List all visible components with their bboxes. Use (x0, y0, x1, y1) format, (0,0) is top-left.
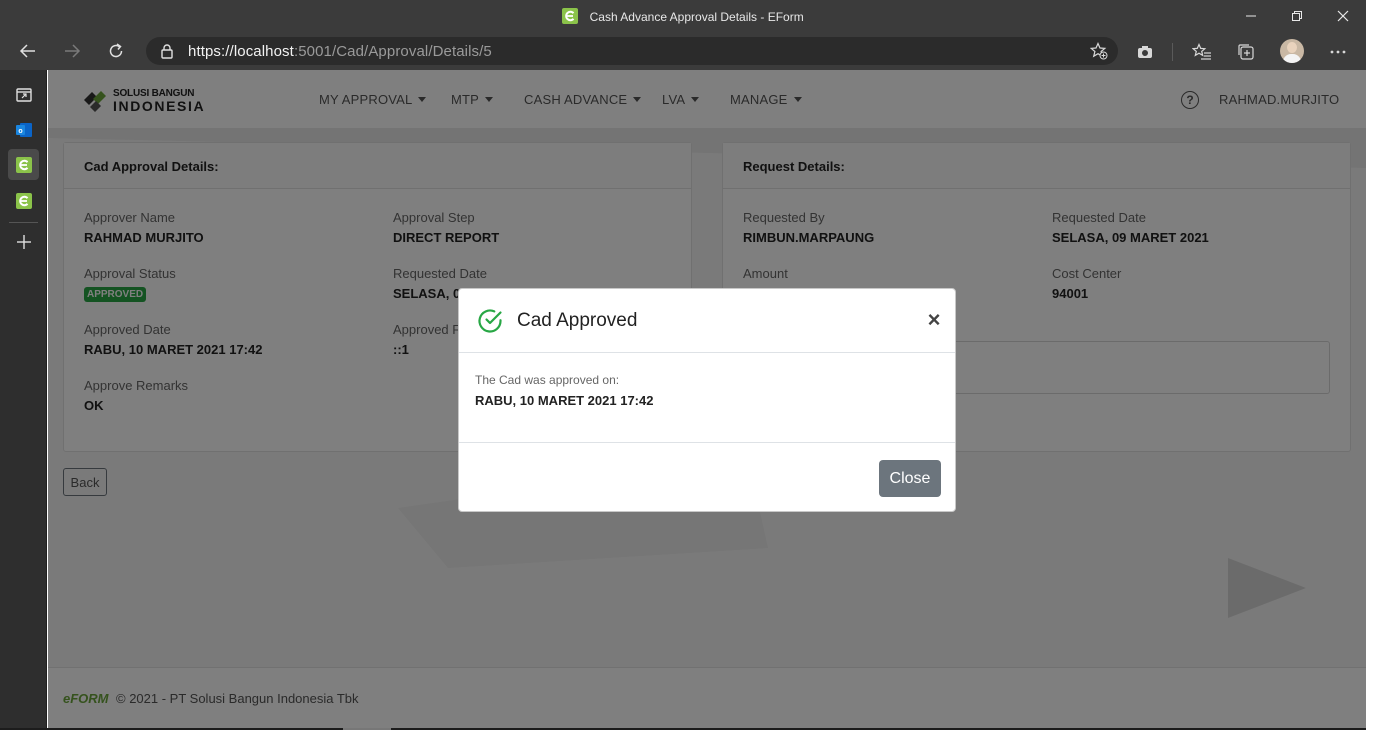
settings-more-button[interactable] (1327, 41, 1349, 63)
sidebar-tab-actions[interactable] (8, 79, 39, 110)
screenshot-button[interactable] (1134, 41, 1156, 63)
sidebar-new-tab-button[interactable] (8, 226, 39, 257)
back-nav-button[interactable] (13, 36, 43, 66)
refresh-icon (109, 43, 123, 58)
camera-icon (1138, 46, 1152, 58)
window-tab-icon (15, 87, 32, 102)
dialog-title: Cad Approved (517, 310, 638, 331)
browser-toolbar: https://localhost:5001/Cad/Approval/Deta… (0, 32, 1366, 70)
arrow-left-icon (19, 44, 35, 58)
sidebar-tab-eform[interactable] (8, 185, 39, 216)
arrow-right-icon (65, 44, 81, 58)
collections-button[interactable] (1235, 41, 1257, 63)
sidebar-divider (9, 222, 38, 223)
more-dots-icon (1330, 50, 1346, 54)
url-path: :5001/Cad/Approval/Details/5 (293, 43, 492, 60)
address-bar[interactable]: https://localhost:5001/Cad/Approval/Deta… (146, 37, 1118, 65)
svg-text:o: o (18, 128, 22, 135)
avatar-face (1287, 42, 1297, 53)
eform-tab-icon (15, 156, 32, 173)
sidebar-tab-outlook[interactable]: o (8, 114, 39, 145)
eform-favicon-icon (562, 8, 579, 24)
dialog-footer: Close (459, 442, 955, 512)
minimize-icon (1246, 15, 1256, 17)
restore-icon (1292, 11, 1302, 21)
close-button[interactable]: Close (879, 460, 941, 497)
browser-titlebar: Cash Advance Approval Details - EForm (0, 0, 1366, 32)
profile-avatar[interactable] (1280, 39, 1304, 63)
close-icon[interactable]: × (925, 309, 943, 331)
avatar-shoulders (1283, 54, 1301, 63)
dialog-message-label: The Cad was approved on: (475, 373, 620, 387)
window-close-button[interactable] (1320, 0, 1366, 32)
favorites-list-icon (1192, 43, 1211, 60)
cad-approved-dialog: Cad Approved × The Cad was approved on: … (458, 288, 956, 512)
outlook-icon: o (15, 122, 32, 137)
eform-tab-icon (15, 192, 32, 209)
restore-button[interactable] (1274, 0, 1320, 32)
close-icon (1337, 10, 1349, 22)
toolbar-divider (1172, 43, 1173, 61)
modal-backdrop-top[interactable] (48, 70, 1366, 128)
collections-icon (1238, 44, 1254, 60)
check-circle-icon (478, 309, 502, 333)
dialog-approved-date: RABU, 10 MARET 2021 17:42 (475, 393, 654, 408)
sidebar-tab-eform-active[interactable] (8, 149, 39, 180)
browser-sidebar: o (0, 70, 47, 730)
url-host: localhost (233, 43, 294, 60)
forward-nav-button[interactable] (57, 36, 87, 66)
favorites-button[interactable] (1191, 41, 1213, 63)
plus-icon (16, 234, 31, 249)
dialog-header: Cad Approved × (459, 289, 955, 353)
refresh-button[interactable] (101, 36, 131, 66)
window-title-text: Cash Advance Approval Details - EForm (589, 10, 804, 24)
lock-icon (161, 44, 173, 59)
window-title: Cash Advance Approval Details - EForm (0, 8, 1366, 24)
add-favorite-icon[interactable] (1090, 42, 1108, 60)
minimize-button[interactable] (1228, 0, 1274, 32)
url-text: https://localhost:5001/Cad/Approval/Deta… (188, 43, 492, 60)
url-prefix: https:// (188, 43, 234, 60)
